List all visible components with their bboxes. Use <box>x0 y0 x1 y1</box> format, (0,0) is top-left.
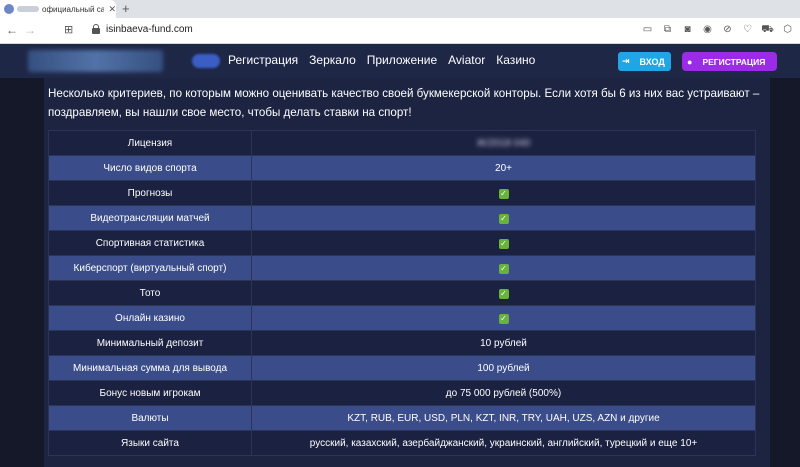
user-icon: ● <box>687 56 693 67</box>
table-row: Минимальный депозит 10 рублей <box>48 330 756 356</box>
row-label: Бонус новым игрокам <box>48 380 252 406</box>
row-value: ✓ <box>251 230 756 256</box>
row-label: Число видов спорта <box>48 155 252 181</box>
extensions-icon[interactable]: ⬡ <box>781 23 794 36</box>
row-value: ✓ <box>251 205 756 231</box>
intro-text: Несколько критериев, по которым можно оц… <box>48 87 760 119</box>
site-header: Регистрация Зеркало Приложение Aviator К… <box>0 44 800 78</box>
browser-tab[interactable]: официальный сайт букм ✕ <box>0 0 116 18</box>
close-tab-icon[interactable]: ✕ <box>108 4 116 15</box>
adblock-icon[interactable]: ⊘ <box>721 23 734 36</box>
row-label: Языки сайта <box>48 430 252 456</box>
table-row: Минимальная сумма для вывода 100 рублей <box>48 355 756 381</box>
address-bar[interactable]: isinbaeva-fund.com <box>106 24 193 35</box>
table-row: Спортивная статистика ✓ <box>48 230 756 256</box>
translate-icon[interactable]: ⧉ <box>661 23 674 36</box>
row-label: Онлайн казино <box>48 305 252 331</box>
row-value: 100 рублей <box>251 355 756 381</box>
row-value: Ж/2018 040 <box>251 130 756 156</box>
login-icon: ⇥ <box>622 56 630 66</box>
row-value: ✓ <box>251 255 756 281</box>
row-value: до 75 000 рублей (500%) <box>251 380 756 406</box>
row-value: ✓ <box>251 280 756 306</box>
favicon-icon <box>4 4 14 14</box>
features-table: Лицензия Ж/2018 040 Число видов спорта 20+ П… <box>48 130 756 456</box>
row-value: ✓ <box>251 305 756 331</box>
register-button[interactable]: ● РЕГИСТРАЦИЯ <box>682 52 777 71</box>
row-label: Видеотрансляции матчей <box>48 205 252 231</box>
table-row: Лицензия Ж/2018 040 <box>48 130 756 156</box>
reader-icon[interactable]: ▭ <box>641 23 654 36</box>
row-label: Спортивная статистика <box>48 230 252 256</box>
row-label: Минимальная сумма для вывода <box>48 355 252 381</box>
checkmark-icon: ✓ <box>498 213 509 224</box>
row-value: русский, казахский, азербайджанский, укр… <box>251 430 756 456</box>
register-label: РЕГИСТРАЦИЯ <box>702 56 766 67</box>
table-row: Валюты KZT, RUB, EUR, USD, PLN, KZT, INR,… <box>48 405 756 431</box>
camera-icon[interactable]: ◙ <box>681 23 694 36</box>
license-number: Ж/2018 040 <box>476 137 531 149</box>
checkmark-icon: ✓ <box>498 313 509 324</box>
login-label: ВХОД <box>639 56 665 67</box>
table-row: Языки сайта русский, казахский, азербайдж… <box>48 430 756 456</box>
cart-icon[interactable]: ⛟ <box>761 23 774 36</box>
table-row: Число видов спорта 20+ <box>48 155 756 181</box>
table-row: Бонус новым игрокам до 75 000 рублей (500… <box>48 380 756 406</box>
apps-grid-icon[interactable]: ⊞ <box>64 22 73 38</box>
nav-active-pill[interactable] <box>192 54 220 68</box>
forward-icon[interactable]: → <box>24 22 36 38</box>
table-row: Онлайн казино ✓ <box>48 305 756 331</box>
nav-link-registration[interactable]: Регистрация <box>228 53 298 67</box>
lock-icon <box>92 24 100 34</box>
row-label: Валюты <box>48 405 252 431</box>
main-content: Несколько критериев, по которым можно оц… <box>44 78 770 467</box>
back-icon[interactable]: ← <box>6 22 18 38</box>
row-value: 20+ <box>251 155 756 181</box>
checkmark-icon: ✓ <box>498 238 509 249</box>
bookmark-icon[interactable]: ♡ <box>741 23 754 36</box>
browser-tab-bar: официальный сайт букм ✕ + <box>0 0 800 18</box>
new-tab-icon[interactable]: + <box>122 1 130 17</box>
nav-link-aviator[interactable]: Aviator <box>448 53 485 67</box>
table-row: Прогнозы ✓ <box>48 180 756 206</box>
main-nav: Регистрация Зеркало Приложение Aviator К… <box>228 53 546 67</box>
nav-link-casino[interactable]: Казино <box>496 53 535 67</box>
site-logo[interactable] <box>28 50 163 72</box>
row-value: ✓ <box>251 180 756 206</box>
row-label: Минимальный депозит <box>48 330 252 356</box>
tab-title: официальный сайт букм <box>42 4 105 14</box>
table-row: Киберспорт (виртуальный спорт) ✓ <box>48 255 756 281</box>
row-value: 10 рублей <box>251 330 756 356</box>
nav-link-app[interactable]: Приложение <box>367 53 437 67</box>
blurred-tab-text <box>17 6 39 12</box>
checkmark-icon: ✓ <box>498 288 509 299</box>
row-label: Лицензия <box>48 130 252 156</box>
login-button[interactable]: ⇥ ВХОД <box>618 52 671 71</box>
row-label: Прогнозы <box>48 180 252 206</box>
table-row: Тото ✓ <box>48 280 756 306</box>
row-label: Тото <box>48 280 252 306</box>
nav-link-mirror[interactable]: Зеркало <box>309 53 356 67</box>
checkmark-icon: ✓ <box>498 188 509 199</box>
row-value: KZT, RUB, EUR, USD, PLN, KZT, INR, TRY, … <box>251 405 756 431</box>
vpn-icon[interactable]: ◉ <box>701 23 714 36</box>
table-row: Видеотрансляции матчей ✓ <box>48 205 756 231</box>
browser-toolbar: ← → ⊞ isinbaeva-fund.com ▭ ⧉ ◙ ◉ ⊘ ♡ ⛟ ⬡ <box>0 18 800 44</box>
row-label: Киберспорт (виртуальный спорт) <box>48 255 252 281</box>
toolbar-icons: ▭ ⧉ ◙ ◉ ⊘ ♡ ⛟ ⬡ <box>641 23 794 36</box>
checkmark-icon: ✓ <box>498 263 509 274</box>
